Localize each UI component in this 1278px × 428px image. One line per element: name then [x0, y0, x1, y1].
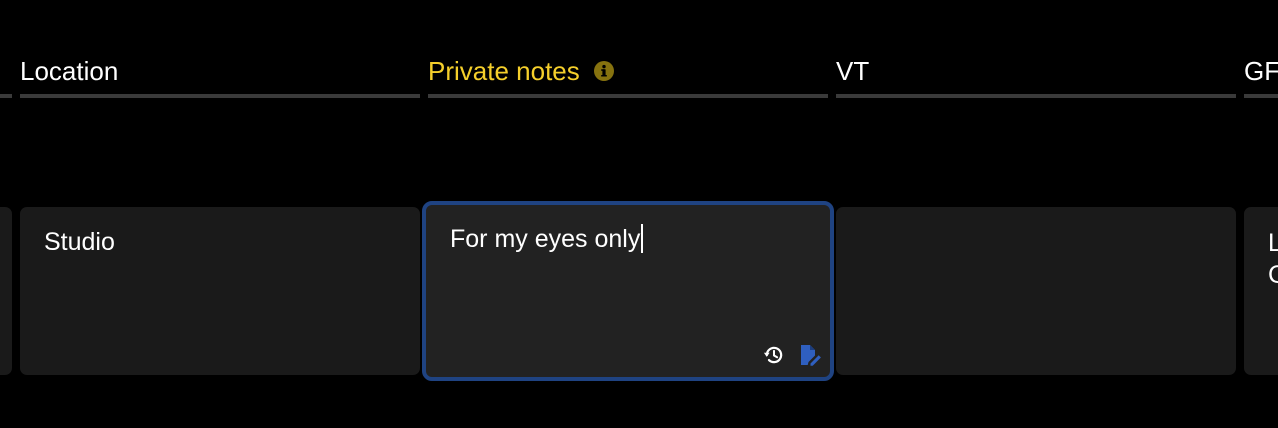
sheet-view: Location Private notes VT GF Studio For … [0, 0, 1278, 428]
cell-editor-actions [762, 343, 822, 367]
file-edit-icon [801, 345, 821, 366]
info-circle-icon[interactable] [593, 61, 614, 82]
column-header-underline [428, 94, 828, 98]
column-header-location[interactable]: Location [20, 52, 420, 98]
column-header-label: GF [1244, 56, 1278, 86]
history-button[interactable] [762, 343, 786, 367]
column-header-label: Location [20, 56, 119, 86]
table-cell-gf[interactable]: L C [1244, 207, 1278, 375]
column-header-underline [20, 94, 420, 98]
column-header-label: VT [836, 56, 870, 86]
table-cell-vt[interactable] [836, 207, 1236, 375]
cell-value-line-1: L [1268, 229, 1278, 257]
column-header-underline [0, 94, 12, 98]
column-header-title-wrap: Private notes [428, 55, 614, 87]
table-cell-private-notes-editor[interactable]: For my eyes only [422, 201, 834, 381]
cell-editor-value[interactable]: For my eyes only [450, 225, 640, 253]
cell-editor-text-wrap: For my eyes only [450, 224, 644, 254]
column-header-left-partial[interactable] [0, 52, 12, 98]
history-icon [763, 346, 783, 364]
table-cell-location[interactable]: Studio [20, 207, 420, 375]
edit-note-button[interactable] [798, 343, 822, 367]
column-header-gf[interactable]: GF [1244, 52, 1278, 98]
cell-value-line-2: C [1268, 261, 1278, 289]
table-cell-left-partial[interactable] [0, 207, 12, 375]
cell-value: Studio [44, 228, 115, 256]
column-header-underline [1244, 94, 1278, 98]
column-header-label: Private notes [428, 56, 580, 86]
cell-value: L C [1268, 227, 1278, 291]
column-header-vt[interactable]: VT [836, 52, 1236, 98]
text-caret [641, 224, 644, 253]
column-header-private-notes[interactable]: Private notes [428, 52, 828, 98]
column-header-underline [836, 94, 1236, 98]
